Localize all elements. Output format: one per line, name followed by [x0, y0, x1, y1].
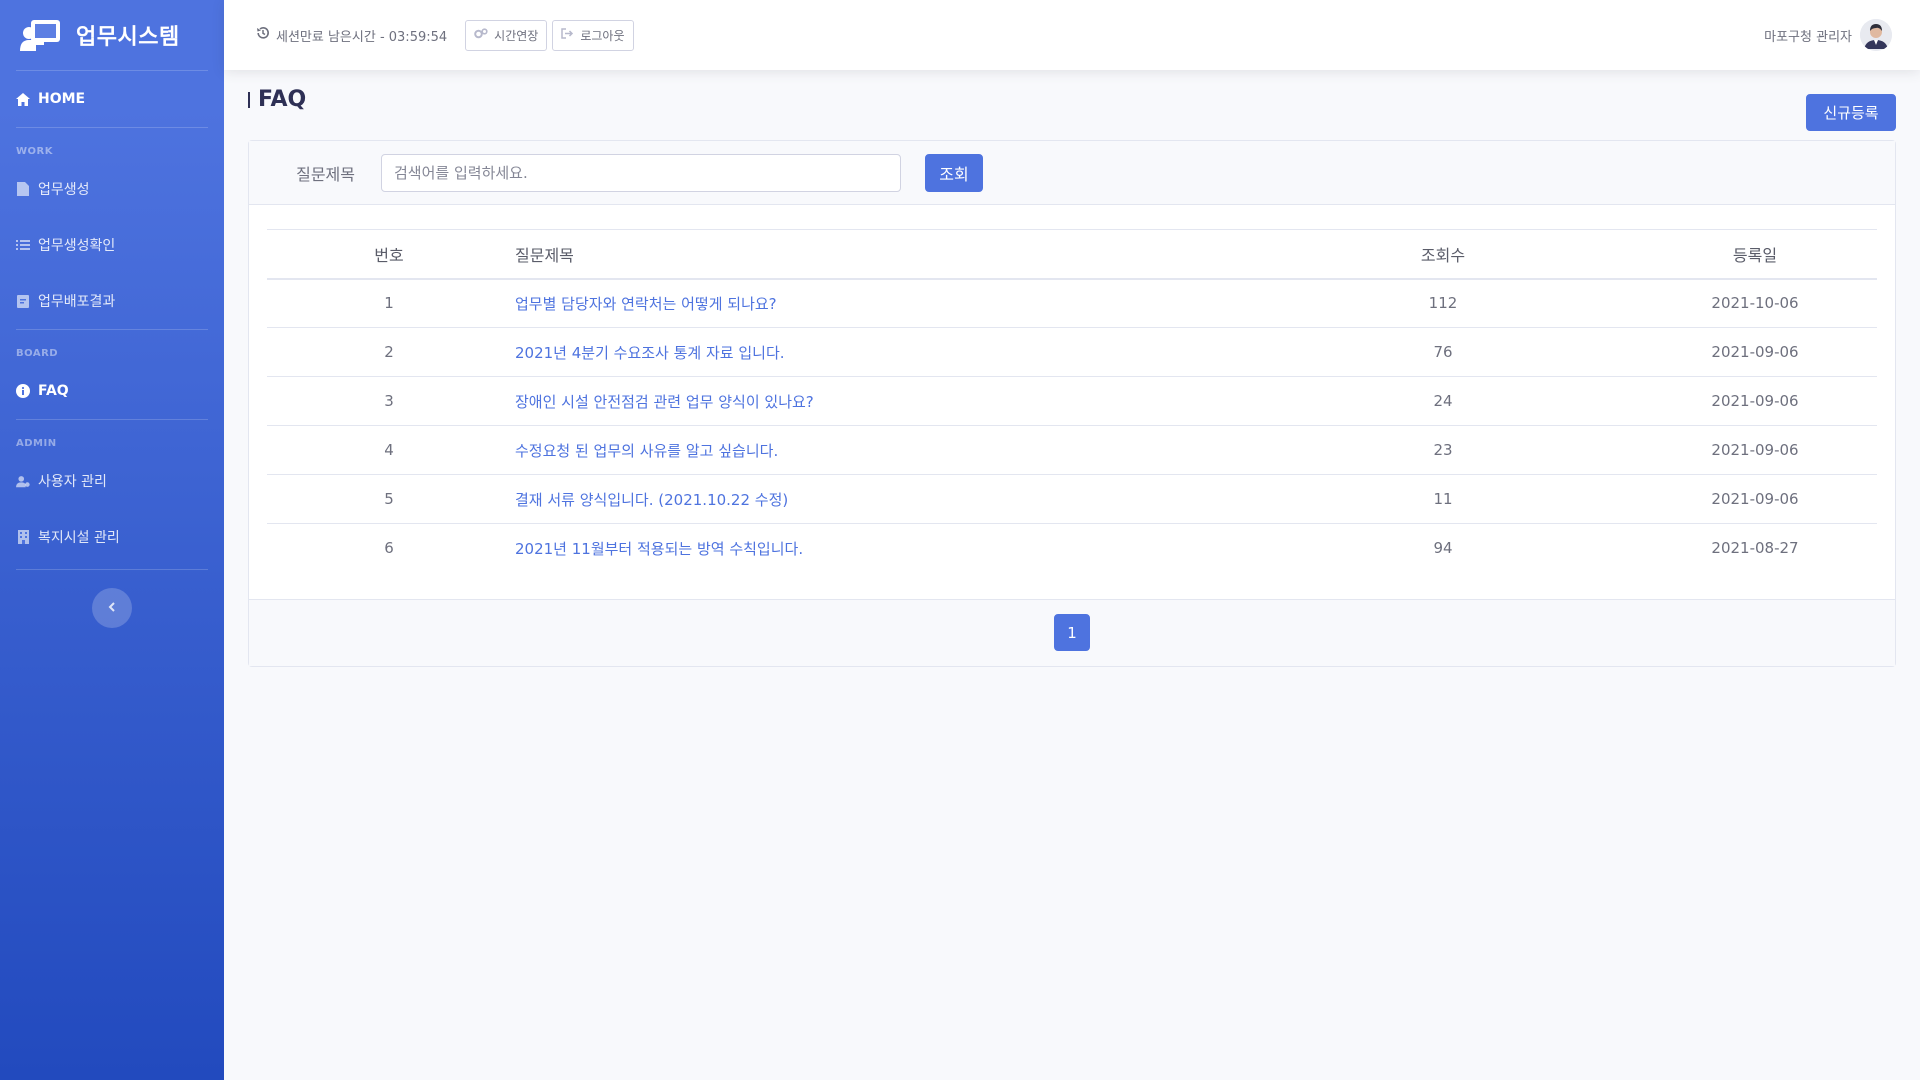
table-row[interactable]: 1 업무별 담당자와 연락처는 어떻게 되나요? 112 2021-10-06: [267, 278, 1877, 328]
column-header-date: 등록일: [1732, 245, 1778, 265]
sidebar-item-label: 업무생성확인: [38, 238, 116, 254]
faq-card: 질문제목 조회 번호 질문제목 조회수 등록일 1 업무별 담당자와 연락: [248, 140, 1896, 667]
row-views: 24: [1233, 376, 1653, 426]
row-title-link[interactable]: 2021년 11월부터 적용되는 방역 수칙입니다.: [511, 524, 1233, 573]
column-header-views: 조회수: [1420, 245, 1466, 265]
sidebar-heading-admin: ADMIN: [16, 438, 57, 449]
search-input[interactable]: [381, 153, 901, 192]
row-views: 23: [1233, 425, 1653, 475]
row-views: 94: [1433, 539, 1453, 558]
extend-session-label: 시간연장: [494, 28, 539, 43]
page-button-current[interactable]: 1: [1054, 614, 1090, 651]
row-date: 2021-09-06: [1653, 327, 1877, 377]
sidebar-item-faq[interactable]: FAQ: [0, 363, 224, 419]
sidebar-heading-work: WORK: [16, 146, 53, 157]
row-title-link[interactable]: 업무별 담당자와 연락처는 어떻게 되나요?: [511, 278, 1233, 328]
pagination: 1: [249, 598, 1895, 666]
page-title: FAQ: [248, 87, 306, 112]
search-bar: 질문제목 조회: [249, 141, 1895, 205]
session-timer: 세션만료 남은시간 - 03:59:54: [256, 26, 447, 45]
row-views: 112: [1233, 278, 1653, 328]
sidebar-item-label: 업무생성: [38, 182, 90, 198]
building-icon: [16, 530, 30, 544]
row-date: 2021-10-06: [1653, 278, 1877, 328]
new-register-button[interactable]: 신규등록: [1806, 94, 1896, 131]
user-menu[interactable]: 마포구청 관리자: [1764, 19, 1892, 51]
row-number: 4: [267, 425, 511, 475]
table-row[interactable]: 3 장애인 시설 안전점검 관련 업무 양식이 있나요? 24 2021-09-…: [267, 376, 1877, 426]
sidebar-item-user-management[interactable]: 사용자 관리: [0, 453, 224, 509]
sidebar-item-label: 업무배포결과: [38, 294, 116, 310]
sidebar-item-label: 복지시설 관리: [38, 530, 120, 546]
file-icon: [16, 182, 30, 196]
faq-table: 번호 질문제목 조회수 등록일 1 업무별 담당자와 연락처는 어떻게 되나요?…: [267, 229, 1877, 573]
row-number: 3: [267, 376, 511, 426]
session-timer-text: 세션만료 남은시간 - 03:59:54: [276, 29, 448, 45]
row-date: 2021-09-06: [1653, 376, 1877, 426]
user-cog-icon: [16, 474, 30, 488]
table-row[interactable]: 6 2021년 11월부터 적용되는 방역 수칙입니다. 94 2021-08-…: [267, 524, 1877, 573]
row-number: 6: [384, 539, 394, 558]
table-header-row: 번호 질문제목 조회수 등록일: [267, 229, 1877, 279]
column-header-title: 질문제목: [515, 245, 574, 265]
main-content: FAQ 신규등록 질문제목 조회 번호 질문제목 조회수 등록일: [248, 70, 1896, 667]
report-icon: [16, 294, 30, 308]
sidebar: 업무시스템 HOME WORK 업무생성 업무생성확인 업무배포결과 BOARD…: [0, 0, 224, 1080]
brand-title: 업무시스템: [76, 25, 180, 50]
history-icon: [256, 26, 270, 44]
user-name: 마포구청 관리자: [1764, 29, 1852, 45]
row-date: 2021-09-06: [1653, 474, 1877, 524]
table-row[interactable]: 2 2021년 4분기 수요조사 통계 자료 입니다. 76 2021-09-0…: [267, 327, 1877, 377]
sign-out-icon: [561, 28, 574, 42]
row-number: 2: [267, 327, 511, 377]
search-button[interactable]: 조회: [925, 153, 983, 192]
brand[interactable]: 업무시스템: [0, 0, 224, 70]
row-title-link[interactable]: 2021년 4분기 수요조사 통계 자료 입니다.: [511, 327, 1233, 377]
row-date: 2021-09-06: [1653, 425, 1877, 475]
sidebar-toggle-button[interactable]: [92, 588, 132, 628]
row-number: 5: [267, 474, 511, 524]
title-bar-decoration: [248, 91, 250, 108]
row-date: 2021-08-27: [1711, 539, 1799, 558]
row-views: 11: [1233, 474, 1653, 524]
page-header: FAQ 신규등록: [248, 70, 1896, 140]
search-label: 질문제목: [296, 164, 355, 184]
page-title-text: FAQ: [258, 87, 307, 112]
sidebar-heading-board: BOARD: [16, 348, 59, 359]
sidebar-item-label: 사용자 관리: [38, 474, 107, 490]
table-row[interactable]: 5 결재 서류 양식입니다. (2021.10.22 수정) 11 2021-0…: [267, 474, 1877, 524]
gears-icon: [474, 28, 488, 42]
logout-button[interactable]: 로그아웃: [552, 19, 634, 51]
sidebar-item-check-work[interactable]: 업무생성확인: [0, 217, 224, 273]
sidebar-divider: [16, 569, 208, 570]
sidebar-item-facility-management[interactable]: 복지시설 관리: [0, 509, 224, 565]
sidebar-item-deploy-result[interactable]: 업무배포결과: [0, 273, 224, 329]
sidebar-item-label: FAQ: [38, 383, 69, 399]
list-icon: [16, 238, 30, 252]
row-title-link[interactable]: 결재 서류 양식입니다. (2021.10.22 수정): [511, 474, 1233, 524]
logout-label: 로그아웃: [580, 28, 625, 43]
table-row[interactable]: 4 수정요청 된 업무의 사유를 알고 싶습니다. 23 2021-09-06: [267, 425, 1877, 475]
chevron-left-icon: [108, 600, 116, 616]
sidebar-item-home[interactable]: HOME: [0, 71, 224, 127]
sidebar-item-label: HOME: [38, 91, 86, 107]
teacher-icon: [20, 18, 62, 52]
column-header-number: 번호: [374, 245, 404, 265]
row-title-link[interactable]: 수정요청 된 업무의 사유를 알고 싶습니다.: [511, 425, 1233, 475]
home-icon: [16, 92, 30, 106]
table-wrapper: 번호 질문제목 조회수 등록일 1 업무별 담당자와 연락처는 어떻게 되나요?…: [249, 205, 1895, 599]
avatar: [1860, 19, 1892, 51]
info-circle-icon: [16, 384, 30, 398]
row-title-link[interactable]: 장애인 시설 안전점검 관련 업무 양식이 있나요?: [511, 376, 1233, 426]
row-number: 1: [267, 278, 511, 328]
row-views: 76: [1233, 327, 1653, 377]
topbar: 세션만료 남은시간 - 03:59:54 시간연장 로그아웃 마포구청 관리자: [224, 0, 1920, 70]
extend-session-button[interactable]: 시간연장: [465, 19, 548, 51]
sidebar-item-create-work[interactable]: 업무생성: [0, 161, 224, 217]
